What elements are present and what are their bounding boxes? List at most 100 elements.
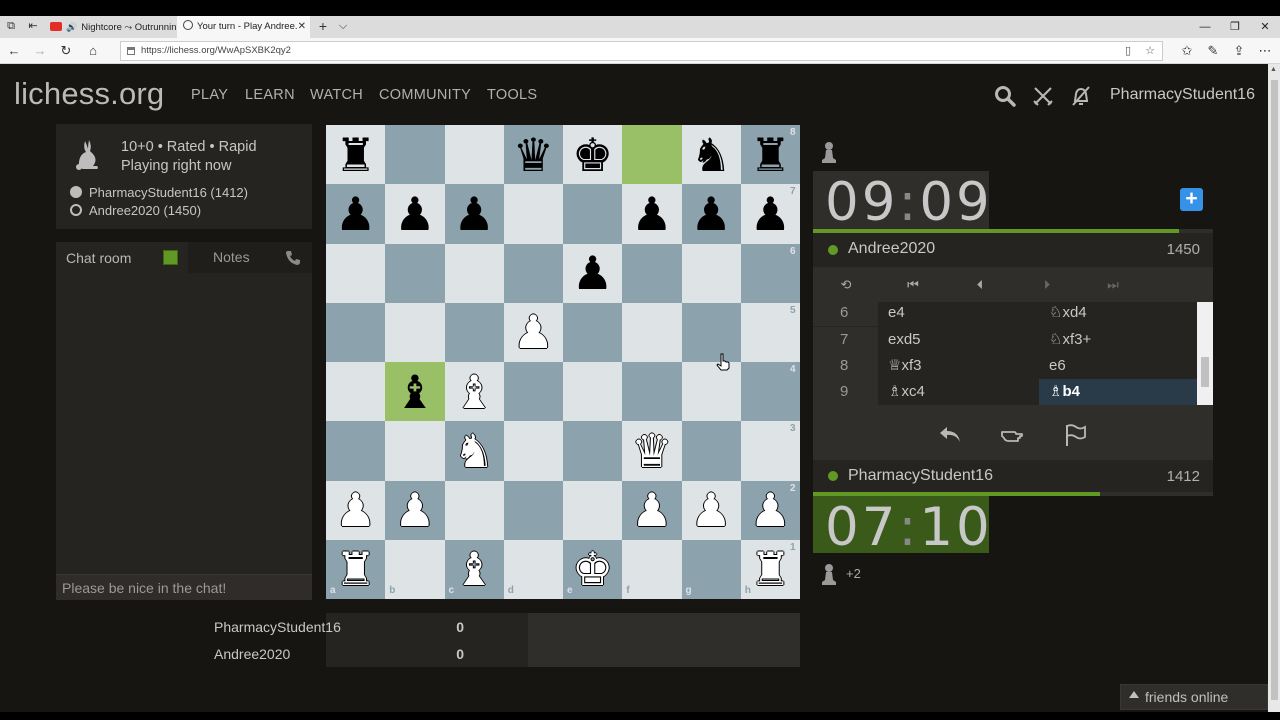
- white-move[interactable]: ♕xf3: [888, 353, 1036, 379]
- close-window-button[interactable]: ✕: [1250, 16, 1280, 38]
- browser-tab-lichess[interactable]: Your turn - Play Andree. ✕: [177, 16, 310, 38]
- white-move[interactable]: ♗xc4: [888, 379, 1036, 405]
- browser-tab-youtube[interactable]: 🔊 Nightcore ⤳ Outrunnin: [44, 16, 177, 38]
- white-move[interactable]: e4: [888, 302, 1036, 326]
- white-move[interactable]: exd5: [888, 327, 1036, 353]
- friends-online-button[interactable]: friends online: [1120, 684, 1268, 710]
- phone-icon[interactable]: [285, 250, 301, 266]
- black-move[interactable]: e6: [1039, 353, 1197, 379]
- set-aside-tabs-icon[interactable]: ⇤: [26, 19, 40, 33]
- challenge-swords-icon[interactable]: [1031, 84, 1055, 108]
- board-square-g4[interactable]: [681, 362, 741, 422]
- board-square-b6[interactable]: [385, 243, 445, 303]
- notifications-muted-icon[interactable]: [1069, 84, 1093, 108]
- restore-button[interactable]: ❐: [1220, 16, 1250, 38]
- board-square-d3[interactable]: [503, 421, 563, 481]
- url-input[interactable]: https://lichess.org/WwApSXBK2qy2 ▯ ☆: [120, 41, 1163, 61]
- last-move-icon[interactable]: ⏭: [1103, 276, 1123, 294]
- board-square-d4[interactable]: [503, 362, 563, 422]
- black-pawn-icon[interactable]: ♟: [622, 184, 681, 243]
- board-square-a3[interactable]: [326, 421, 386, 481]
- board-square-c8[interactable]: [444, 125, 504, 185]
- board-square-f5[interactable]: [622, 302, 682, 362]
- black-knight-icon[interactable]: ♞: [682, 125, 741, 184]
- back-arrow-icon[interactable]: ←: [5, 42, 23, 60]
- board-square-b8[interactable]: [385, 125, 445, 185]
- pen-icon[interactable]: ✎: [1204, 42, 1222, 60]
- chat-input[interactable]: Please be nice in the chat!: [56, 574, 312, 600]
- board-square-e2[interactable]: [563, 480, 623, 540]
- crosstable-row[interactable]: Andree2020 0: [214, 646, 464, 662]
- board-square-b3[interactable]: [385, 421, 445, 481]
- new-tab-icon[interactable]: +: [316, 19, 330, 33]
- takeback-icon[interactable]: [937, 422, 963, 448]
- black-move-current[interactable]: ♗b4: [1039, 379, 1197, 405]
- nav-tools[interactable]: TOOLS: [487, 87, 537, 103]
- board-square-e4[interactable]: [563, 362, 623, 422]
- black-player-line[interactable]: Andree2020 (1450): [70, 203, 201, 218]
- black-pawn-icon[interactable]: ♟: [445, 184, 504, 243]
- board-square-e5[interactable]: [563, 302, 623, 362]
- black-queen-icon[interactable]: ♛: [504, 125, 563, 184]
- give-time-plus-icon[interactable]: +: [1180, 188, 1203, 211]
- user-menu-link[interactable]: PharmacyStudent16: [1110, 86, 1255, 104]
- tab-notes[interactable]: Notes: [213, 249, 250, 265]
- nav-learn[interactable]: LEARN: [245, 87, 295, 103]
- favorite-star-icon[interactable]: ☆: [1143, 44, 1157, 58]
- white-pawn-icon[interactable]: ♟: [326, 481, 385, 540]
- white-rook-icon[interactable]: ♜: [741, 540, 800, 599]
- site-logo[interactable]: lichess.org: [14, 76, 164, 112]
- reading-view-icon[interactable]: ▯: [1121, 44, 1135, 58]
- nav-community[interactable]: COMMUNITY: [379, 87, 471, 103]
- tab-actions-icon[interactable]: ⧉: [4, 19, 18, 33]
- favorites-icon[interactable]: ✩: [1178, 42, 1196, 60]
- offer-draw-hand-icon[interactable]: [1000, 422, 1026, 448]
- opponent-name[interactable]: Andree2020: [848, 240, 935, 258]
- black-bishop-icon[interactable]: ♝: [385, 362, 444, 421]
- black-rook-icon[interactable]: ♜: [326, 125, 385, 184]
- share-icon[interactable]: ⇪: [1230, 42, 1248, 60]
- board-square-e3[interactable]: [563, 421, 623, 481]
- black-king-icon[interactable]: ♚: [563, 125, 622, 184]
- board-square-c2[interactable]: [444, 480, 504, 540]
- tab-list-icon[interactable]: ⌵: [336, 19, 350, 33]
- white-king-icon[interactable]: ♚: [563, 540, 622, 599]
- board-square-f4[interactable]: [622, 362, 682, 422]
- white-rook-icon[interactable]: ♜: [326, 540, 385, 599]
- white-pawn-icon[interactable]: ♟: [622, 481, 681, 540]
- search-icon[interactable]: [993, 84, 1017, 108]
- scroll-up-arrow-icon[interactable]: ▲: [1270, 66, 1277, 73]
- my-name[interactable]: PharmacyStudent16: [848, 467, 993, 485]
- black-move[interactable]: ♘xf3+: [1039, 327, 1197, 353]
- previous-move-icon[interactable]: ⏴: [970, 276, 990, 294]
- board-square-g5[interactable]: [681, 302, 741, 362]
- crosstable-row[interactable]: PharmacyStudent16 0: [214, 619, 464, 635]
- board-square-d6[interactable]: [503, 243, 563, 303]
- white-player-line[interactable]: PharmacyStudent16 (1412): [70, 185, 248, 200]
- resign-flag-icon[interactable]: [1063, 422, 1089, 448]
- white-bishop-icon[interactable]: ♝: [445, 540, 504, 599]
- black-pawn-icon[interactable]: ♟: [326, 184, 385, 243]
- white-queen-icon[interactable]: ♛: [622, 421, 681, 480]
- refresh-icon[interactable]: ↻: [57, 42, 75, 60]
- chat-enable-checkbox[interactable]: [163, 250, 178, 265]
- board-square-f6[interactable]: [622, 243, 682, 303]
- home-icon[interactable]: ⌂: [84, 42, 102, 60]
- board-square-g3[interactable]: [681, 421, 741, 481]
- tab-chat-room[interactable]: Chat room: [56, 242, 188, 273]
- white-pawn-icon[interactable]: ♟: [682, 481, 741, 540]
- white-bishop-icon[interactable]: ♝: [445, 362, 504, 421]
- board-square-c5[interactable]: [444, 302, 504, 362]
- board-square-f1[interactable]: [622, 539, 682, 599]
- board-square-g6[interactable]: [681, 243, 741, 303]
- nav-play[interactable]: PLAY: [191, 87, 228, 103]
- move-list-scrollbar[interactable]: [1197, 302, 1213, 405]
- board-square-f8[interactable]: [622, 125, 682, 185]
- white-knight-icon[interactable]: ♞: [445, 421, 504, 480]
- white-pawn-icon[interactable]: ♟: [385, 481, 444, 540]
- black-move[interactable]: ♘xd4: [1039, 302, 1197, 326]
- more-icon[interactable]: ⋯: [1256, 42, 1274, 60]
- board-square-d7[interactable]: [503, 184, 563, 244]
- black-pawn-icon[interactable]: ♟: [682, 184, 741, 243]
- board-square-a4[interactable]: [326, 362, 386, 422]
